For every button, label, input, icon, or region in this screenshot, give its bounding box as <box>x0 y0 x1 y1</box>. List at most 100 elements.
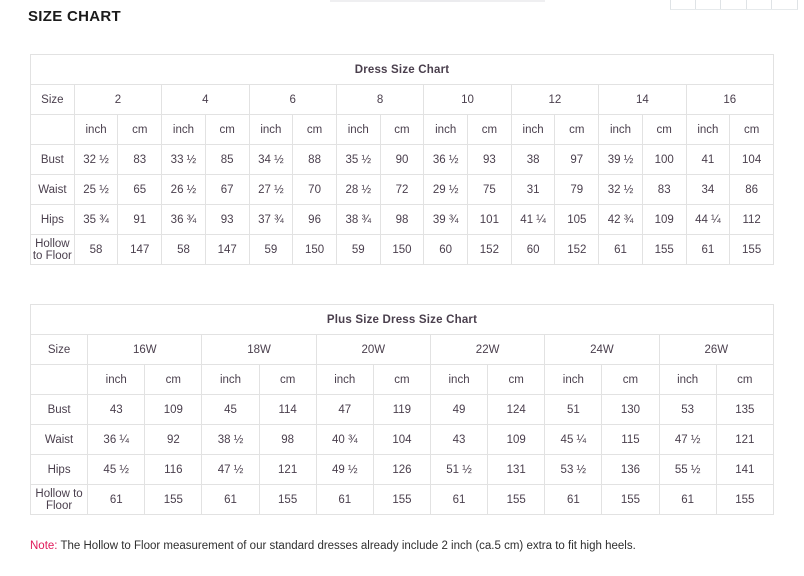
plus-size-dress-chart-block: Plus Size Dress Size ChartSize16W18W20W2… <box>30 304 774 515</box>
unit-row-blank-label <box>31 115 75 145</box>
plus-size-dress-chart-body: Plus Size Dress Size ChartSize16W18W20W2… <box>31 305 774 515</box>
unit-header-cm: cm <box>380 115 424 145</box>
measurement-value-inch: 40 ¾ <box>316 425 373 455</box>
measurement-value-cm: 98 <box>380 205 424 235</box>
unit-header-inch: inch <box>162 115 206 145</box>
measurement-value-inch: 61 <box>599 235 643 265</box>
measurement-value-inch: 53 ½ <box>545 455 602 485</box>
measurement-value-cm: 147 <box>118 235 162 265</box>
unit-header-cm: cm <box>205 115 249 145</box>
measurement-value-cm: 150 <box>293 235 337 265</box>
unit-header-cm: cm <box>145 365 202 395</box>
unit-header-inch: inch <box>686 115 730 145</box>
size-column-header: 18W <box>202 335 316 365</box>
cutoff-cell <box>696 0 721 9</box>
measurement-value-inch: 41 ¼ <box>511 205 555 235</box>
measurement-label: Hollow to Floor <box>31 235 75 265</box>
measurement-value-cm: 115 <box>602 425 659 455</box>
measurement-value-inch: 49 ½ <box>316 455 373 485</box>
measurement-value-inch: 59 <box>336 235 380 265</box>
unit-header-inch: inch <box>430 365 487 395</box>
measurement-value-inch: 61 <box>88 485 145 515</box>
dress-size-chart-body: Dress Size ChartSize246810121416inchcmin… <box>31 55 774 265</box>
size-column-header: 16 <box>686 85 773 115</box>
unit-header-inch: inch <box>202 365 259 395</box>
measurement-value-inch: 28 ½ <box>336 175 380 205</box>
measurement-value-cm: 83 <box>642 175 686 205</box>
measurement-value-cm: 101 <box>468 205 512 235</box>
measurement-value-cm: 121 <box>259 455 316 485</box>
measurement-value-cm: 155 <box>145 485 202 515</box>
measurement-value-cm: 116 <box>145 455 202 485</box>
measurement-value-inch: 34 <box>686 175 730 205</box>
page-title: SIZE CHART <box>28 8 121 25</box>
size-column-header: 14 <box>599 85 686 115</box>
measurement-value-inch: 41 <box>686 145 730 175</box>
measurement-value-inch: 61 <box>430 485 487 515</box>
measurement-value-cm: 152 <box>555 235 599 265</box>
measurement-value-cm: 109 <box>488 425 545 455</box>
table-title-row: Dress Size Chart <box>31 55 774 85</box>
measurement-value-inch: 47 ½ <box>202 455 259 485</box>
dress-size-chart-table: Dress Size ChartSize246810121416inchcmin… <box>30 54 774 265</box>
measurement-value-cm: 93 <box>205 205 249 235</box>
measurement-value-inch: 49 <box>430 395 487 425</box>
measurement-value-cm: 85 <box>205 145 249 175</box>
unit-header-inch: inch <box>511 115 555 145</box>
size-column-header: 24W <box>545 335 659 365</box>
measurement-value-cm: 67 <box>205 175 249 205</box>
measurement-value-inch: 61 <box>545 485 602 515</box>
unit-header-inch: inch <box>424 115 468 145</box>
unit-header-cm: cm <box>373 365 430 395</box>
unit-header-row: inchcminchcminchcminchcminchcminchcm <box>31 365 774 395</box>
measurement-value-inch: 38 ½ <box>202 425 259 455</box>
unit-header-cm: cm <box>488 365 545 395</box>
measurement-value-inch: 53 <box>659 395 716 425</box>
measurement-value-inch: 45 ½ <box>88 455 145 485</box>
measurement-value-cm: 147 <box>205 235 249 265</box>
measurement-value-inch: 42 ¾ <box>599 205 643 235</box>
measurement-value-inch: 43 <box>88 395 145 425</box>
size-column-header: 6 <box>249 85 336 115</box>
measurement-value-inch: 51 ½ <box>430 455 487 485</box>
measurement-value-inch: 38 <box>511 145 555 175</box>
table-title-row: Plus Size Dress Size Chart <box>31 305 774 335</box>
unit-header-inch: inch <box>316 365 373 395</box>
table-title: Plus Size Dress Size Chart <box>31 305 774 335</box>
unit-row-blank-label <box>31 365 88 395</box>
measurement-value-inch: 61 <box>659 485 716 515</box>
measurement-value-cm: 98 <box>259 425 316 455</box>
size-column-header: 2 <box>74 85 161 115</box>
measurement-value-inch: 45 ¼ <box>545 425 602 455</box>
unit-header-cm: cm <box>259 365 316 395</box>
size-column-header: 20W <box>316 335 430 365</box>
unit-header-inch: inch <box>659 365 716 395</box>
size-header-row: Size246810121416 <box>31 85 774 115</box>
measurement-value-inch: 32 ½ <box>74 145 118 175</box>
table-row: Waist36 ¼9238 ½9840 ¾1044310945 ¼11547 ½… <box>31 425 774 455</box>
measurement-label: Hollow to Floor <box>31 485 88 515</box>
measurement-label: Hips <box>31 455 88 485</box>
measurement-label: Waist <box>31 425 88 455</box>
measurement-value-cm: 93 <box>468 145 512 175</box>
table-row: Hips45 ½11647 ½12149 ½12651 ½13153 ½1365… <box>31 455 774 485</box>
measurement-value-cm: 155 <box>488 485 545 515</box>
measurement-value-inch: 39 ½ <box>599 145 643 175</box>
measurement-value-cm: 112 <box>730 205 774 235</box>
unit-header-cm: cm <box>293 115 337 145</box>
measurement-value-inch: 59 <box>249 235 293 265</box>
measurement-value-inch: 60 <box>424 235 468 265</box>
table-row: Hollow to Floor5814758147591505915060152… <box>31 235 774 265</box>
measurement-value-inch: 36 ½ <box>424 145 468 175</box>
cutoff-text-fragment-right <box>420 0 545 2</box>
size-column-header: 12 <box>511 85 598 115</box>
measurement-value-inch: 35 ½ <box>336 145 380 175</box>
measurement-value-inch: 47 <box>316 395 373 425</box>
unit-header-inch: inch <box>249 115 293 145</box>
unit-header-inch: inch <box>88 365 145 395</box>
table-row: Bust431094511447119491245113053135 <box>31 395 774 425</box>
unit-header-cm: cm <box>730 115 774 145</box>
unit-header-cm: cm <box>468 115 512 145</box>
table-title: Dress Size Chart <box>31 55 774 85</box>
measurement-value-inch: 33 ½ <box>162 145 206 175</box>
